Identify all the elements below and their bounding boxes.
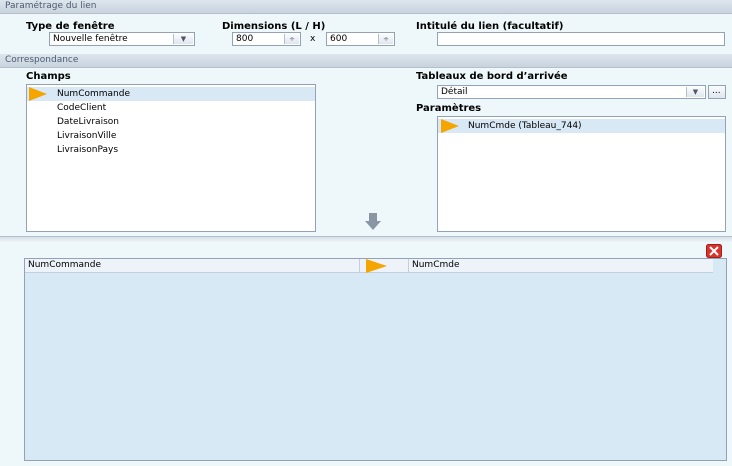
window-type-select[interactable]: Nouvelle fenêtre ▼ (49, 32, 195, 46)
delete-mapping-icon[interactable] (706, 244, 722, 258)
table-row[interactable]: NumCommande NumCmde (25, 259, 713, 273)
mapping-arrow-icon (366, 259, 387, 273)
width-value: 800 (236, 34, 254, 44)
mapping-target-cell: NumCmde (412, 260, 460, 270)
current-field-arrow-icon (29, 87, 47, 101)
target-dashboard-value: Détail (441, 87, 468, 97)
mapping-separator (359, 259, 360, 273)
map-down-arrow-icon[interactable] (365, 213, 381, 231)
window-type-value: Nouvelle fenêtre (53, 34, 128, 44)
field-item[interactable]: DateLivraison (57, 116, 119, 128)
field-item[interactable]: LivraisonPays (57, 144, 118, 156)
target-dashboard-label: Tableaux de bord d’arrivée (416, 71, 568, 82)
browse-label: ... (712, 86, 721, 96)
height-stepper[interactable]: 600 ÷ (326, 32, 395, 46)
field-item[interactable]: NumCommande (57, 88, 130, 100)
browse-button[interactable]: ... (708, 85, 726, 99)
mapping-header: Correspondance (0, 54, 732, 68)
parameters-list[interactable]: NumCmde (Tableau_744) (437, 116, 726, 232)
mapping-source-cell: NumCommande (28, 260, 101, 270)
height-value: 600 (330, 34, 348, 44)
mapping-separator (408, 259, 409, 273)
target-dashboard-select[interactable]: Détail ▼ (437, 85, 706, 99)
field-item[interactable]: LivraisonVille (57, 130, 116, 142)
width-stepper[interactable]: 800 ÷ (232, 32, 301, 46)
times-symbol: x (310, 34, 316, 44)
link-title-input[interactable] (437, 32, 725, 46)
field-item[interactable]: CodeClient (57, 102, 106, 114)
fields-label: Champs (26, 71, 71, 82)
link-settings-header: Paramétrage du lien (0, 0, 732, 14)
chevron-down-icon[interactable]: ▼ (173, 34, 193, 44)
parameter-arrow-icon (441, 119, 459, 133)
parameter-item[interactable]: NumCmde (Tableau_744) (468, 120, 582, 132)
spinner-icon[interactable]: ÷ (378, 34, 393, 44)
spinner-icon[interactable]: ÷ (284, 34, 299, 44)
fields-list[interactable]: NumCommande CodeClient DateLivraison Liv… (26, 84, 316, 232)
panel-divider (0, 236, 732, 242)
mapping-table[interactable]: NumCommande NumCmde (24, 258, 727, 461)
chevron-down-icon[interactable]: ▼ (686, 87, 704, 97)
parameters-label: Paramètres (416, 103, 482, 114)
